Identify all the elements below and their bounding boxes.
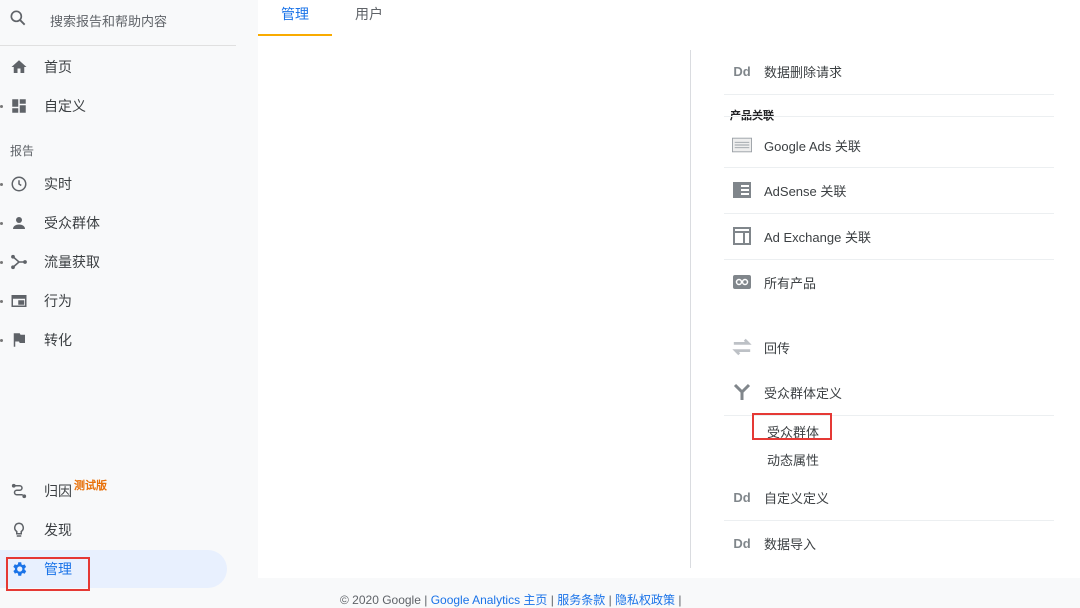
tab-user[interactable]: 用户 xyxy=(336,0,402,36)
dd-icon: Dd xyxy=(733,489,751,505)
product-linking-header: 产品关联 xyxy=(730,110,774,122)
link-label: 回传 xyxy=(764,340,791,356)
sidebar-item-label: 自定义 xyxy=(44,98,86,114)
custom-definitions-link[interactable]: Dd 自定义定义 xyxy=(724,477,1054,517)
divider xyxy=(724,94,1054,95)
column-divider xyxy=(690,50,691,568)
sidebar-item-label: 行为 xyxy=(44,293,72,309)
highlight-box xyxy=(6,557,90,591)
beta-badge: 测试版 xyxy=(74,480,107,492)
reports-section-label: 报告 xyxy=(10,144,35,158)
search-icon xyxy=(10,10,26,26)
divider xyxy=(724,167,1054,168)
attribution-icon xyxy=(11,483,27,499)
expand-dot-icon xyxy=(0,261,3,264)
ad-exchange-linking-link[interactable]: Ad Exchange 关联 xyxy=(724,216,1054,256)
link-label: 自定义定义 xyxy=(764,490,830,506)
link-label: AdSense 关联 xyxy=(764,183,847,199)
adsense-linking-link[interactable]: AdSense 关联 xyxy=(724,170,1054,210)
dynamic-attributes-link[interactable]: 动态属性 xyxy=(767,450,819,469)
link-label: 数据导入 xyxy=(764,536,817,552)
sidebar-item-label: 发现 xyxy=(44,522,72,538)
sidebar-item-label: 实时 xyxy=(44,176,72,192)
audience-definitions-link[interactable]: 受众群体定义 xyxy=(724,372,1054,412)
sidebar-item-acquisition[interactable]: 流量获取 xyxy=(0,243,236,281)
search-bar[interactable]: 搜索报告和帮助内容 xyxy=(0,0,236,46)
expand-dot-icon xyxy=(0,105,3,108)
privacy-link[interactable]: 隐私权政策 xyxy=(615,593,675,607)
expand-dot-icon xyxy=(0,183,3,186)
data-import-link[interactable]: Dd 数据导入 xyxy=(724,523,1054,563)
link-label: Ad Exchange 关联 xyxy=(764,229,871,245)
postbacks-link[interactable]: 回传 xyxy=(724,327,1054,367)
all-products-link[interactable]: 所有产品 xyxy=(724,262,1054,302)
sidebar-item-label: 流量获取 xyxy=(44,254,100,270)
divider xyxy=(724,116,1054,117)
sidebar-item-label: 归因 xyxy=(44,483,72,499)
dd-icon: Dd xyxy=(733,63,751,79)
acquisition-icon xyxy=(11,254,27,270)
dashboard-icon xyxy=(12,99,26,113)
link-label: Google Ads 关联 xyxy=(764,138,861,154)
link-label: 数据删除请求 xyxy=(764,64,843,80)
ga-home-link[interactable]: Google Analytics 主页 xyxy=(431,593,548,607)
tab-admin[interactable]: 管理 xyxy=(258,0,332,36)
postback-arrows-icon xyxy=(732,338,752,356)
lightbulb-icon xyxy=(13,522,25,537)
divider xyxy=(724,259,1054,260)
home-icon xyxy=(11,60,27,73)
sidebar-item-customization[interactable]: 自定义 xyxy=(0,87,236,125)
adsense-icon xyxy=(732,181,752,199)
link-label: 受众群体定义 xyxy=(764,385,843,401)
main-panel: 管理 用户 Dd 数据删除请求 产品关联 Google Ads 关联 AdSens… xyxy=(258,0,1080,578)
person-icon xyxy=(13,217,25,229)
link-label: 所有产品 xyxy=(764,275,817,291)
fork-icon xyxy=(732,383,752,401)
sidebar-item-label: 受众群体 xyxy=(44,215,100,231)
google-ads-linking-link[interactable]: Google Ads 关联 xyxy=(724,125,1054,165)
search-input[interactable]: 搜索报告和帮助内容 xyxy=(50,11,167,30)
expand-dot-icon xyxy=(0,222,3,225)
sidebar: 搜索报告和帮助内容 首页 自定义 报告 实时 受众群体 流量获取 行为 转化 归… xyxy=(0,0,258,599)
data-deletion-requests-link[interactable]: Dd 数据删除请求 xyxy=(724,51,1054,91)
tab-bar: 管理 用户 xyxy=(258,0,1080,36)
clock-icon xyxy=(11,176,27,192)
sidebar-item-audience[interactable]: 受众群体 xyxy=(0,204,236,242)
highlight-box xyxy=(752,413,832,440)
divider xyxy=(724,520,1054,521)
ad-exchange-icon xyxy=(732,227,752,245)
footer: © 2020 Google | Google Analytics 主页 | 服务… xyxy=(340,593,682,607)
divider xyxy=(724,213,1054,214)
google-ads-icon xyxy=(732,136,752,154)
link-icon xyxy=(732,273,752,291)
dd-icon: Dd xyxy=(733,535,751,551)
sidebar-item-behavior[interactable]: 行为 xyxy=(0,282,236,320)
sidebar-item-label: 首页 xyxy=(44,59,72,75)
terms-link[interactable]: 服务条款 xyxy=(557,593,605,607)
sidebar-item-discover[interactable]: 发现 xyxy=(0,511,236,549)
sidebar-item-label: 转化 xyxy=(44,332,72,348)
expand-dot-icon xyxy=(0,339,3,342)
flag-icon xyxy=(13,333,25,347)
sidebar-item-attribution[interactable]: 归因 测试版 xyxy=(0,472,236,510)
sidebar-item-home[interactable]: 首页 xyxy=(0,48,236,86)
sidebar-item-conversions[interactable]: 转化 xyxy=(0,321,236,359)
behavior-icon xyxy=(11,295,27,307)
sidebar-item-realtime[interactable]: 实时 xyxy=(0,165,236,203)
expand-dot-icon xyxy=(0,300,3,303)
copyright-text: © 2020 Google | xyxy=(340,593,428,607)
